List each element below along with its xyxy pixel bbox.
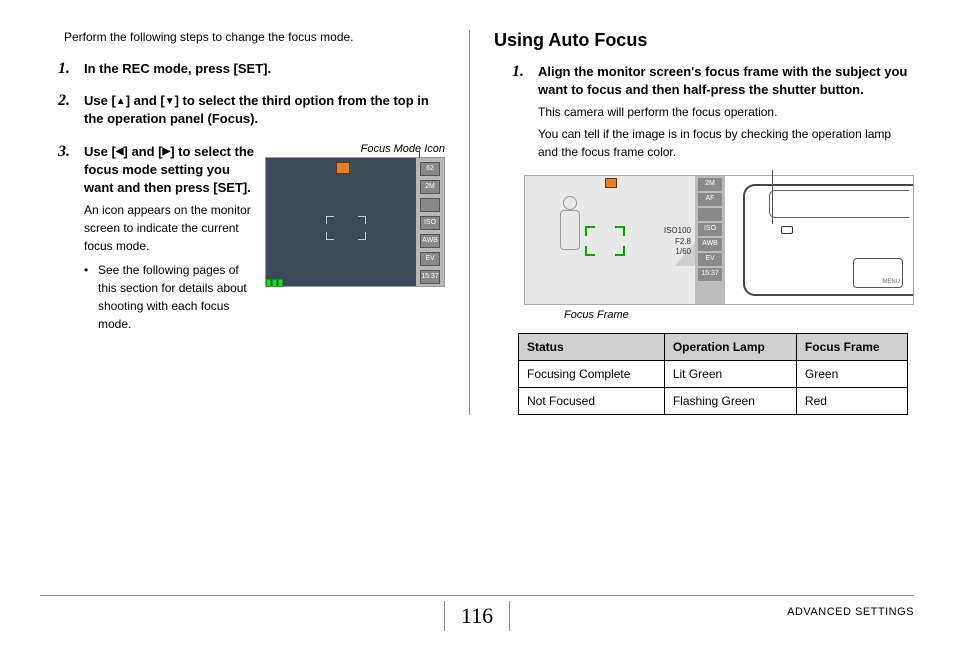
cell: Red xyxy=(796,388,907,415)
focus-mode-icon xyxy=(336,162,350,174)
step-title: In the REC mode, press [SET]. xyxy=(84,60,445,78)
intro-text: Perform the following steps to change th… xyxy=(64,30,445,44)
step-number: 1. xyxy=(512,63,524,81)
panel-item: AF xyxy=(698,193,722,206)
panel-item: 2M xyxy=(420,180,440,194)
panel-item: 15:37 xyxy=(420,270,440,284)
focus-frame-icon xyxy=(585,226,625,256)
panel-item: 62 xyxy=(420,162,440,176)
lcd-screen-illustration: 62 2M ISO AWB EV 15:37 xyxy=(265,157,445,287)
steps-right: 1. Align the monitor screen's focus fram… xyxy=(512,63,914,161)
left-triangle-icon: ◀ xyxy=(116,145,124,159)
panel-item: EV xyxy=(420,252,440,266)
button-panel-icon xyxy=(853,258,903,288)
t: ] and [ xyxy=(124,144,163,159)
section-name: ADVANCED SETTINGS xyxy=(787,606,914,618)
panel-item: AWB xyxy=(420,234,440,248)
panel-item xyxy=(698,208,722,221)
focus-brackets-icon xyxy=(326,216,366,240)
t: Use [ xyxy=(84,93,116,108)
operation-lamp-icon xyxy=(781,226,793,234)
operation-panel: 2M AF ISO AWB EV 15:37 xyxy=(695,176,725,304)
camera-body-illustration xyxy=(725,176,913,304)
cell: Green xyxy=(796,361,907,388)
aperture-value: F2.8 xyxy=(664,237,691,247)
battery-icon xyxy=(266,276,288,286)
step-title: Use [▲] and [▼] to select the third opti… xyxy=(84,92,445,128)
step-body: You can tell if the image is in focus by… xyxy=(538,125,914,161)
iso-value: ISO100 xyxy=(664,226,691,236)
section-heading: Using Auto Focus xyxy=(494,30,914,51)
cell: Focusing Complete xyxy=(519,361,665,388)
panel-item: EV xyxy=(698,253,722,266)
col-status: Status xyxy=(519,334,665,361)
step-title: Use [◀] and [▶] to select the focus mode… xyxy=(84,143,255,198)
page-number: 116 xyxy=(444,601,510,631)
col-focus-frame: Focus Frame xyxy=(796,334,907,361)
step-1: 1. Align the monitor screen's focus fram… xyxy=(512,63,914,161)
pointer-line xyxy=(772,170,773,224)
table-header-row: Status Operation Lamp Focus Frame xyxy=(519,334,908,361)
column-divider xyxy=(469,30,470,415)
panel-item: AWB xyxy=(698,238,722,251)
operation-panel: 62 2M ISO AWB EV 15:37 xyxy=(416,158,444,286)
figure-focus-mode: Focus Mode Icon 62 2M ISO xyxy=(265,143,445,334)
figure-label: Focus Mode Icon xyxy=(265,143,445,155)
panel-item: 15:37 xyxy=(698,268,722,281)
cell: Flashing Green xyxy=(664,388,796,415)
shutter-value: 1/60 xyxy=(664,247,691,257)
panel-item xyxy=(420,198,440,212)
page-footer: 116 ADVANCED SETTINGS xyxy=(40,595,914,636)
step-3: 3. Use [◀] and [▶] to select the focus m… xyxy=(58,143,445,334)
step-body: This camera will perform the focus opera… xyxy=(538,103,914,121)
content-columns: Perform the following steps to change th… xyxy=(40,30,914,415)
right-column: Using Auto Focus 1. Align the monitor sc… xyxy=(494,30,914,415)
cell: Not Focused xyxy=(519,388,665,415)
panel-item: 2M xyxy=(698,178,722,191)
step-1: 1. In the REC mode, press [SET]. xyxy=(58,60,445,78)
step-number: 1. xyxy=(58,60,70,78)
focus-frame-label: Focus Frame xyxy=(564,309,914,321)
camera-illustration: ISO100 F2.8 1/60 2M AF ISO AWB EV 15:37 xyxy=(524,175,914,305)
up-triangle-icon: ▲ xyxy=(116,95,126,109)
exposure-info: ISO100 F2.8 1/60 xyxy=(664,226,691,257)
table-row: Not Focused Flashing Green Red xyxy=(519,388,908,415)
panel-item: ISO xyxy=(420,216,440,230)
steps-left: 1. In the REC mode, press [SET]. 2. Use … xyxy=(58,60,445,333)
t: Use [ xyxy=(84,144,116,159)
step-2: 2. Use [▲] and [▼] to select the third o… xyxy=(58,92,445,128)
step-number: 3. xyxy=(58,143,70,161)
step-bullet: See the following pages of this section … xyxy=(84,261,255,333)
panel-item: ISO xyxy=(698,223,722,236)
rec-mode-icon xyxy=(605,178,617,188)
left-column: Perform the following steps to change th… xyxy=(40,30,445,415)
cell: Lit Green xyxy=(664,361,796,388)
down-triangle-icon: ▼ xyxy=(165,95,175,109)
t: ] and [ xyxy=(126,93,165,108)
table-row: Focusing Complete Lit Green Green xyxy=(519,361,908,388)
monitor-screen-illustration: ISO100 F2.8 1/60 2M AF ISO AWB EV 15:37 xyxy=(525,176,725,304)
col-operation-lamp: Operation Lamp xyxy=(664,334,796,361)
status-table: Status Operation Lamp Focus Frame Focusi… xyxy=(518,333,908,415)
person-icon xyxy=(555,196,585,250)
step-body: An icon appears on the monitor screen to… xyxy=(84,201,255,255)
step-title: Align the monitor screen's focus frame w… xyxy=(538,63,914,99)
step-number: 2. xyxy=(58,92,70,110)
figure-auto-focus: Operation Lamp ISO100 F2.8 1/60 2M xyxy=(524,175,914,321)
